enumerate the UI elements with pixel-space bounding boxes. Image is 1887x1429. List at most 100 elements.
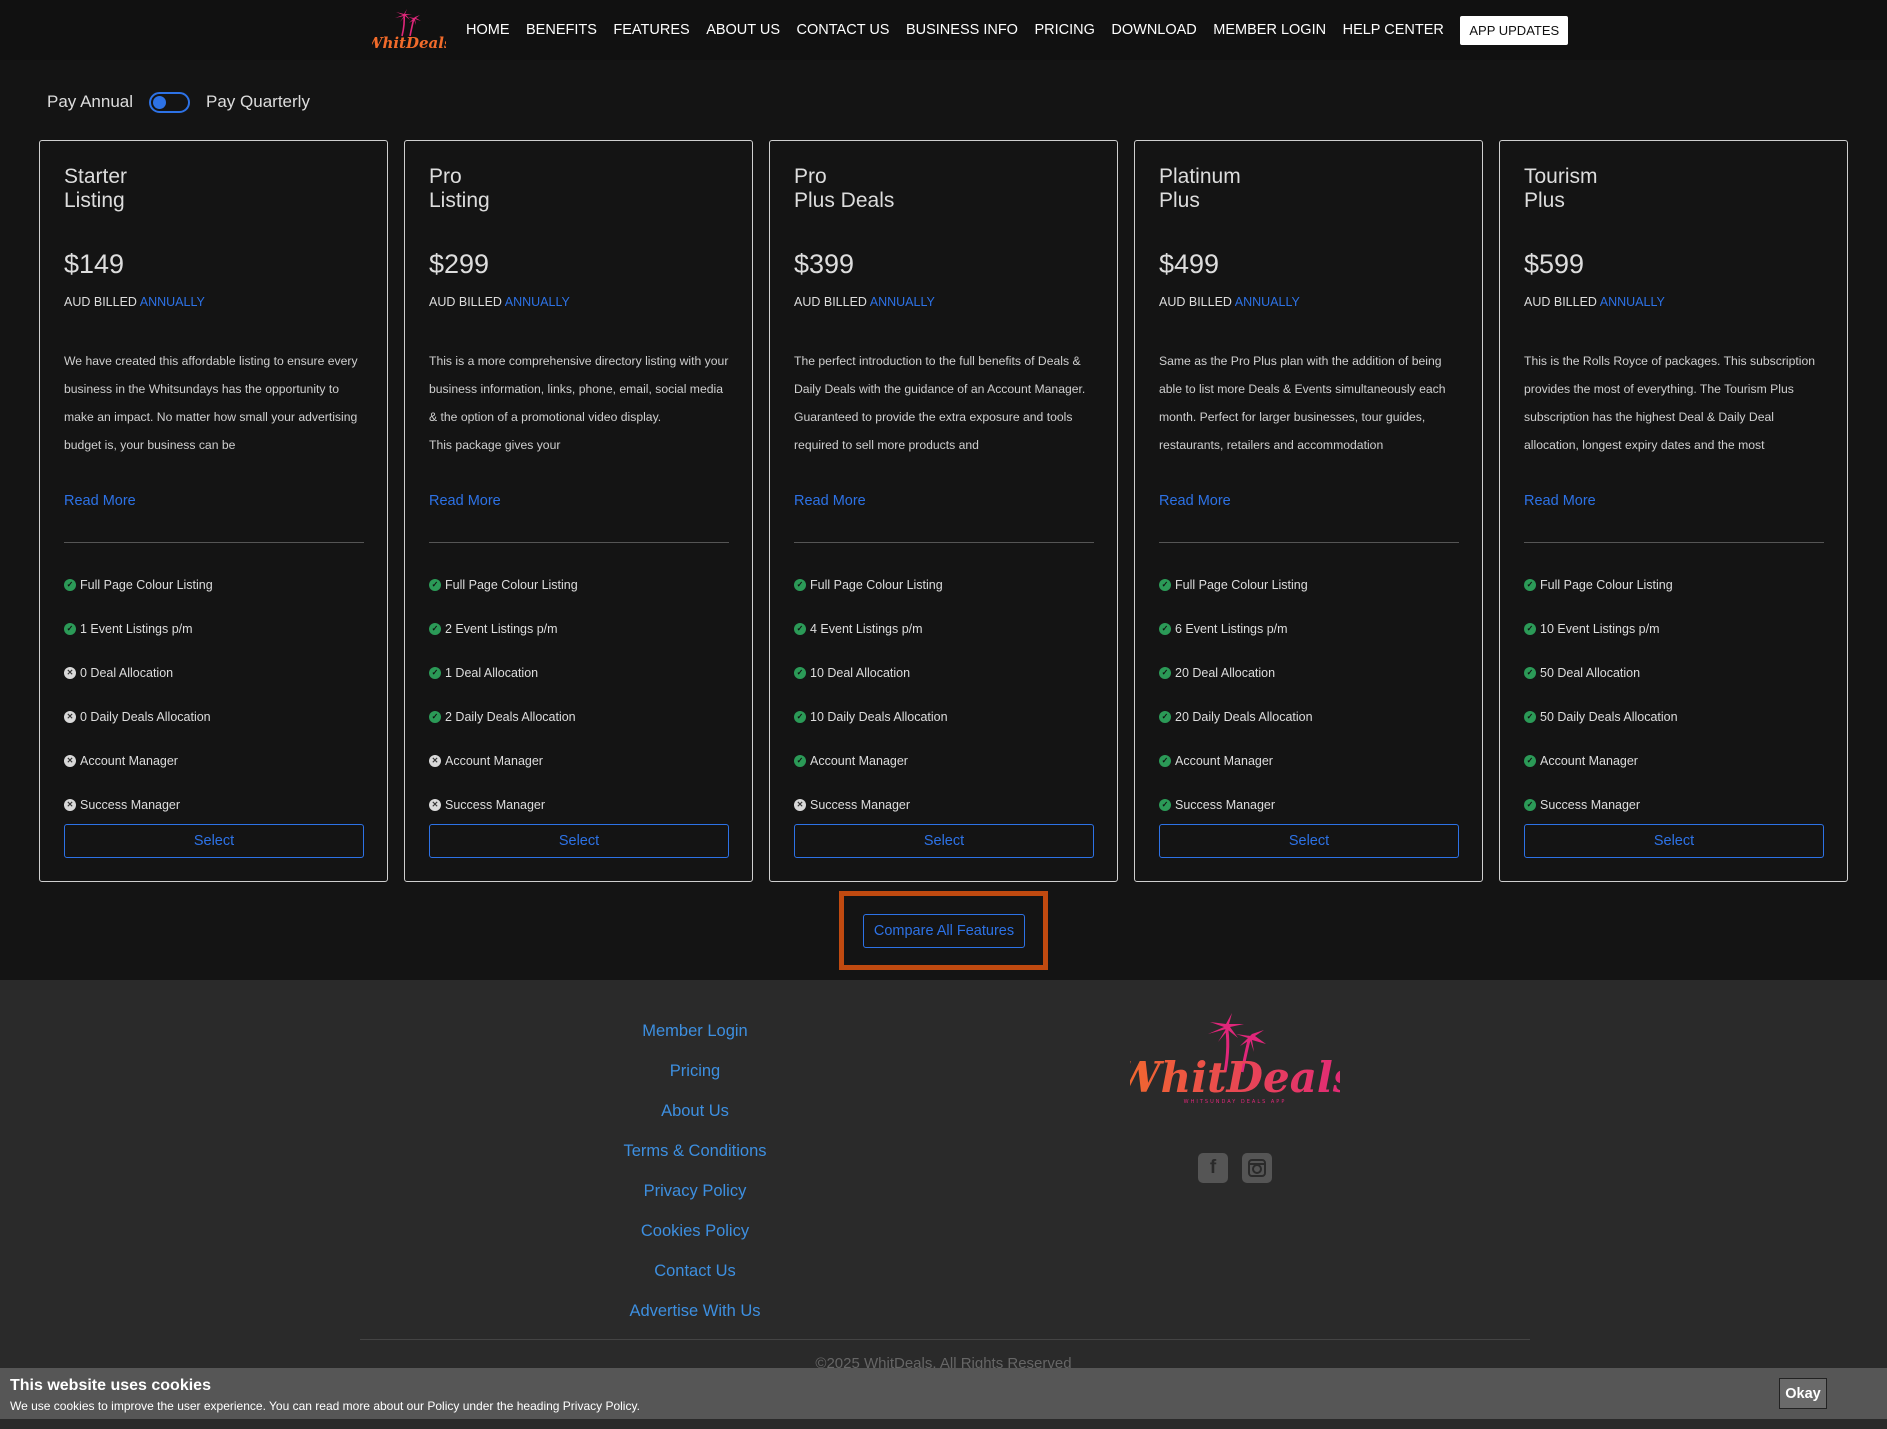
check-icon: ✓: [1159, 623, 1171, 635]
feature-item: ✓ Account Manager: [794, 739, 948, 783]
footer-link-privacy-policy[interactable]: Privacy Policy: [595, 1180, 795, 1220]
feature-list: ✓ Full Page Colour Listing ✓ 2 Event Listi…: [429, 563, 578, 827]
footer-link-pricing[interactable]: Pricing: [595, 1060, 795, 1100]
billing-toggle[interactable]: [149, 91, 191, 113]
pay-quarterly-label[interactable]: Pay Quarterly: [206, 92, 310, 112]
plan-price: $149: [64, 249, 125, 279]
nav-home[interactable]: HOME: [466, 22, 510, 38]
plan-billing: AUD BILLED ANNUALLY: [1524, 295, 1665, 309]
plan-card-platinum-plus: Platinum Plus $499 AUD BILLED ANNUALLY Sa…: [1134, 140, 1483, 882]
check-icon: ✓: [794, 579, 806, 591]
cross-icon: ✕: [794, 799, 806, 811]
feature-item: ✓ Full Page Colour Listing: [429, 563, 578, 607]
plan-card-starter-listing: Starter Listing $149 AUD BILLED ANNUALLY …: [39, 140, 388, 882]
plan-price: $299: [429, 249, 490, 279]
cross-icon: ✕: [429, 755, 441, 767]
feature-item: ✓ 1 Deal Allocation: [429, 651, 578, 695]
footer-link-contact-us[interactable]: Contact Us: [595, 1260, 795, 1300]
feature-item: ✕ Account Manager: [64, 739, 213, 783]
feature-label: Full Page Colour Listing: [445, 578, 578, 592]
nav-pricing[interactable]: PRICING: [1034, 22, 1094, 38]
select-button[interactable]: Select: [794, 824, 1094, 858]
instagram-icon[interactable]: [1242, 1153, 1272, 1183]
select-button[interactable]: Select: [1524, 824, 1824, 858]
billed-period: ANNUALLY: [869, 295, 935, 309]
check-icon: ✓: [794, 667, 806, 679]
feature-label: 10 Daily Deals Allocation: [810, 710, 948, 724]
feature-label: 20 Deal Allocation: [1175, 666, 1276, 680]
plan-title: Pro Plus Deals: [794, 165, 894, 213]
feature-item: ✓ Success Manager: [1159, 783, 1313, 827]
nav-features[interactable]: FEATURES: [613, 22, 689, 38]
feature-item: ✕ Success Manager: [794, 783, 948, 827]
check-icon: ✓: [429, 711, 441, 723]
app-updates-button[interactable]: APP UPDATES: [1460, 15, 1569, 45]
select-button[interactable]: Select: [64, 824, 364, 858]
read-more-link[interactable]: Read More: [429, 493, 501, 509]
feature-list: ✓ Full Page Colour Listing ✓ 6 Event Listi…: [1159, 563, 1313, 827]
billed-prefix: AUD BILLED: [794, 295, 867, 309]
check-icon: ✓: [794, 623, 806, 635]
plan-title-line2: Listing: [429, 189, 490, 212]
whitdeals-logo[interactable]: WhitDeals: [372, 6, 446, 56]
feature-item: ✓ 20 Deal Allocation: [1159, 651, 1313, 695]
feature-label: 20 Daily Deals Allocation: [1175, 710, 1313, 724]
nav-business-info[interactable]: BUSINESS INFO: [906, 22, 1018, 38]
select-button[interactable]: Select: [429, 824, 729, 858]
plan-title: Platinum Plus: [1159, 165, 1241, 213]
check-icon: ✓: [1524, 667, 1536, 679]
feature-label: Success Manager: [445, 798, 546, 812]
check-icon: ✓: [1159, 579, 1171, 591]
feature-item: ✓ 50 Deal Allocation: [1524, 651, 1678, 695]
plan-title-line1: Platinum: [1159, 165, 1241, 188]
select-button[interactable]: Select: [1159, 824, 1459, 858]
feature-label: Success Manager: [80, 798, 181, 812]
feature-item: ✕ Success Manager: [64, 783, 213, 827]
feature-item: ✓ 10 Deal Allocation: [794, 651, 948, 695]
nav-about-us[interactable]: ABOUT US: [706, 22, 780, 38]
compare-all-features-button[interactable]: Compare All Features: [863, 914, 1025, 948]
nav-links: HOME BENEFITS FEATURES ABOUT US CONTACT …: [466, 15, 1569, 45]
footer-link-about-us[interactable]: About Us: [595, 1100, 795, 1140]
feature-label: 10 Deal Allocation: [810, 666, 911, 680]
feature-item: ✓ 6 Event Listings p/m: [1159, 607, 1313, 651]
check-icon: ✓: [429, 623, 441, 635]
footer-link-advertise[interactable]: Advertise With Us: [595, 1300, 795, 1340]
plan-title-line2: Plus Deals: [794, 189, 895, 212]
billing-toggle-row: Pay Annual Pay Quarterly: [47, 88, 310, 116]
read-more-link[interactable]: Read More: [794, 493, 866, 509]
check-icon: ✓: [1524, 623, 1536, 635]
logo-wordmark: WhitDeals: [1130, 1053, 1340, 1102]
footer-link-terms[interactable]: Terms & Conditions: [595, 1140, 795, 1180]
read-more-link[interactable]: Read More: [1524, 493, 1596, 509]
cookie-banner: This website uses cookies We use cookies…: [0, 1368, 1887, 1419]
plan-billing: AUD BILLED ANNUALLY: [64, 295, 205, 309]
plan-billing: AUD BILLED ANNUALLY: [794, 295, 935, 309]
plan-description: The perfect introduction to the full ben…: [794, 354, 1086, 452]
nav-benefits[interactable]: BENEFITS: [526, 22, 597, 38]
feature-label: Success Manager: [1540, 798, 1641, 812]
footer-link-cookies-policy[interactable]: Cookies Policy: [595, 1220, 795, 1260]
read-more-link[interactable]: Read More: [1159, 493, 1231, 509]
nav-help-center[interactable]: HELP CENTER: [1343, 22, 1444, 38]
plan-description: This is the Rolls Royce of packages. Thi…: [1524, 354, 1816, 452]
footer-link-member-login[interactable]: Member Login: [595, 1020, 795, 1060]
feature-item: ✕ 0 Daily Deals Allocation: [64, 695, 213, 739]
nav-download[interactable]: DOWNLOAD: [1111, 22, 1196, 38]
feature-item: ✓ 2 Event Listings p/m: [429, 607, 578, 651]
read-more-link[interactable]: Read More: [64, 493, 136, 509]
cookie-okay-button[interactable]: Okay: [1779, 1378, 1827, 1409]
nav-member-login[interactable]: MEMBER LOGIN: [1213, 22, 1326, 38]
feature-item: ✓ 2 Daily Deals Allocation: [429, 695, 578, 739]
facebook-icon[interactable]: f: [1198, 1153, 1228, 1183]
plan-title-line2: Plus: [1524, 189, 1565, 212]
feature-item: ✓ Account Manager: [1159, 739, 1313, 783]
feature-item: ✓ 10 Daily Deals Allocation: [794, 695, 948, 739]
plan-price: $599: [1524, 249, 1585, 279]
pay-annual-label[interactable]: Pay Annual: [47, 92, 133, 112]
nav-contact-us[interactable]: CONTACT US: [797, 22, 890, 38]
feature-label: 50 Deal Allocation: [1540, 666, 1641, 680]
logo-tagline: WHITSUNDAY DEALS APP: [1184, 1099, 1287, 1105]
plan-title-line1: Pro: [429, 165, 462, 188]
cross-icon: ✕: [64, 667, 76, 679]
